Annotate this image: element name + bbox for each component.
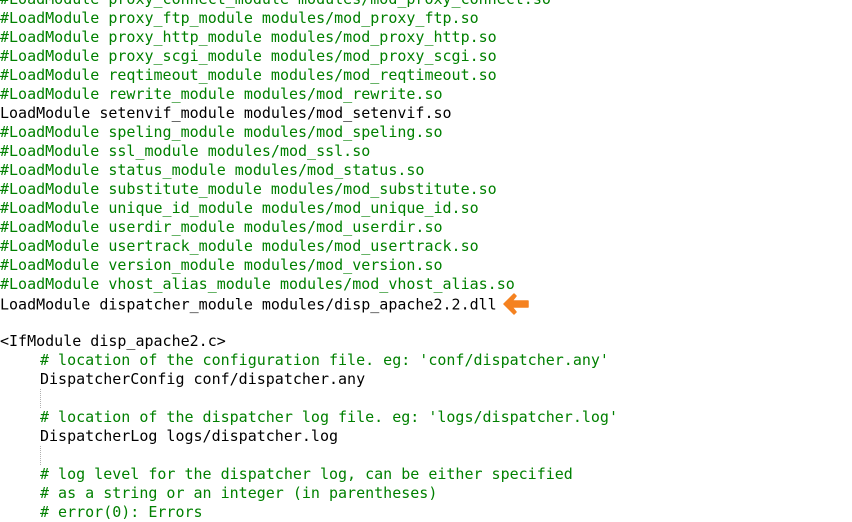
line-text: #LoadModule proxy_ftp_module modules/mod…: [0, 9, 479, 27]
code-line: DispatcherConfig conf/dispatcher.any: [0, 370, 852, 389]
comment-line: #LoadModule version_module modules/mod_v…: [0, 256, 852, 275]
line-text: LoadModule setenvif_module modules/mod_s…: [0, 104, 452, 122]
blank-line: [0, 446, 852, 465]
comment-line: #LoadModule proxy_scgi_module modules/mo…: [0, 47, 852, 66]
comment-line: #LoadModule status_module modules/mod_st…: [0, 161, 852, 180]
code-editor[interactable]: #LoadModule proxy_connect_module modules…: [0, 0, 852, 522]
blank-line: [0, 389, 852, 408]
comment-line: #LoadModule proxy_ftp_module modules/mod…: [0, 9, 852, 28]
line-text: #LoadModule proxy_http_module modules/mo…: [0, 28, 497, 46]
line-text: # log level for the dispatcher log, can …: [40, 465, 573, 483]
line-text: # as a string or an integer (in parenthe…: [40, 484, 438, 502]
line-text: #LoadModule unique_id_module modules/mod…: [0, 199, 479, 217]
line-text: LoadModule dispatcher_module modules/dis…: [0, 295, 497, 314]
comment-line: # as a string or an integer (in parenthe…: [0, 484, 852, 503]
comment-line: # log level for the dispatcher log, can …: [0, 465, 852, 484]
line-text: #LoadModule usertrack_module modules/mod…: [0, 237, 479, 255]
comment-line: #LoadModule unique_id_module modules/mod…: [0, 199, 852, 218]
indent-guide: [40, 446, 41, 465]
line-text: # location of the dispatcher log file. e…: [40, 408, 618, 426]
indent-guide: [40, 389, 41, 408]
comment-line: #LoadModule proxy_connect_module modules…: [0, 0, 852, 9]
code-line: LoadModule dispatcher_module modules/dis…: [0, 293, 852, 315]
line-text: #LoadModule substitute_module modules/mo…: [0, 180, 497, 198]
code-line: <IfModule disp_apache2.c>: [0, 332, 852, 351]
line-text: #LoadModule proxy_connect_module modules…: [0, 0, 551, 8]
line-text: #LoadModule proxy_scgi_module modules/mo…: [0, 47, 497, 65]
arrow-icon: [502, 293, 529, 315]
line-text: #LoadModule speling_module modules/mod_s…: [0, 123, 443, 141]
line-text: #LoadModule reqtimeout_module modules/mo…: [0, 66, 497, 84]
comment-line: # error(0): Errors: [0, 503, 852, 522]
code-line: LoadModule setenvif_module modules/mod_s…: [0, 104, 852, 123]
comment-line: #LoadModule rewrite_module modules/mod_r…: [0, 85, 852, 104]
comment-line: #LoadModule userdir_module modules/mod_u…: [0, 218, 852, 237]
line-text: #LoadModule rewrite_module modules/mod_r…: [0, 85, 443, 103]
comment-line: # location of the configuration file. eg…: [0, 351, 852, 370]
comment-line: #LoadModule substitute_module modules/mo…: [0, 180, 852, 199]
line-text: #LoadModule userdir_module modules/mod_u…: [0, 218, 443, 236]
comment-line: #LoadModule speling_module modules/mod_s…: [0, 123, 852, 142]
line-text: # error(0): Errors: [40, 503, 203, 521]
line-text: #LoadModule ssl_module modules/mod_ssl.s…: [0, 142, 371, 160]
comment-line: #LoadModule reqtimeout_module modules/mo…: [0, 66, 852, 85]
comment-line: #LoadModule vhost_alias_module modules/m…: [0, 275, 852, 294]
line-text: <IfModule disp_apache2.c>: [0, 332, 226, 350]
line-text: #LoadModule status_module modules/mod_st…: [0, 161, 425, 179]
line-text: # location of the configuration file. eg…: [40, 351, 609, 369]
line-text: #LoadModule vhost_alias_module modules/m…: [0, 275, 515, 293]
comment-line: # location of the dispatcher log file. e…: [0, 408, 852, 427]
line-text: DispatcherLog logs/dispatcher.log: [40, 427, 339, 445]
comment-line: #LoadModule proxy_http_module modules/mo…: [0, 28, 852, 47]
line-text: DispatcherConfig conf/dispatcher.any: [40, 370, 366, 388]
line-text: #LoadModule version_module modules/mod_v…: [0, 256, 443, 274]
comment-line: #LoadModule ssl_module modules/mod_ssl.s…: [0, 142, 852, 161]
comment-line: #LoadModule usertrack_module modules/mod…: [0, 237, 852, 256]
code-line: DispatcherLog logs/dispatcher.log: [0, 427, 852, 446]
